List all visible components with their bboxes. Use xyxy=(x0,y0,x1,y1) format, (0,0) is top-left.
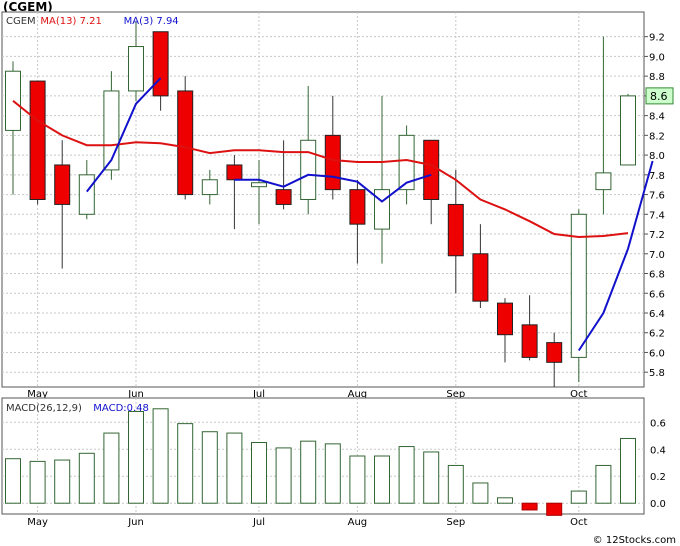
candle-body xyxy=(374,189,390,230)
macd-bar xyxy=(546,502,563,516)
macd-bar xyxy=(620,437,636,504)
macd-bar xyxy=(54,459,71,504)
candle-body xyxy=(521,324,538,358)
candle-body xyxy=(349,189,366,225)
price-y-tick-label: 7.4 xyxy=(649,210,665,221)
price-y-tick-label: 5.8 xyxy=(649,368,665,379)
macd-bar xyxy=(177,423,194,504)
last-price-label: 8.6 xyxy=(650,90,668,103)
price-legend-item: MA(3) 7.94 xyxy=(124,16,179,27)
macd-bar xyxy=(472,482,489,504)
chart-svg: 5.8 6.0 6.2 6.4 6.6 6.8 7.0 7.2 7.4 7.6 7.8 8.0 8.2 8… xyxy=(1,11,674,528)
price-y-tick-label: 8.2 xyxy=(649,131,665,142)
candle xyxy=(29,80,46,205)
macd-bar xyxy=(447,464,464,504)
macd-bar xyxy=(324,443,341,504)
macd-bar xyxy=(497,497,513,504)
price-plot-frame xyxy=(1,11,645,388)
candle-body xyxy=(226,164,243,181)
macd-x-tick-label: Oct xyxy=(570,517,587,528)
candle-body xyxy=(447,203,464,257)
macd-bar xyxy=(300,440,317,504)
macd-bar xyxy=(595,464,612,504)
candle-body xyxy=(324,134,341,191)
macd-bar xyxy=(103,432,120,504)
macd-y-tick-label: 0.2 xyxy=(650,472,666,483)
candle-body xyxy=(177,90,194,196)
candle-body xyxy=(595,172,612,191)
macd-bar xyxy=(349,455,366,504)
price-legend-item: CGEM xyxy=(6,16,36,27)
price-y-tick-label: 8.0 xyxy=(649,151,665,162)
macd-bar xyxy=(29,460,46,504)
candle-body xyxy=(251,182,267,188)
price-y-tick-label: 7.2 xyxy=(649,230,665,241)
price-y-tick-label: 6.4 xyxy=(649,309,665,320)
macd-x-tick-label: Aug xyxy=(348,517,368,528)
macd-x-tick-label: Jun xyxy=(127,517,144,528)
macd-plot-frame xyxy=(1,397,645,515)
macd-bar xyxy=(152,408,169,504)
macd-x-tick-label: May xyxy=(27,517,48,528)
price-legend-item: MA(13) 7.21 xyxy=(40,16,101,27)
macd-panel: 0.0 0.2 0.4 0.6 May Jun Jul Aug Sep Oct MACD(26,12… xyxy=(1,397,666,528)
price-y-tick-label: 8.4 xyxy=(649,112,665,123)
price-y-tick-label: 7.8 xyxy=(649,171,665,182)
candle-body xyxy=(620,95,636,166)
macd-bar xyxy=(423,451,440,504)
price-y-tick-label: 9.0 xyxy=(649,52,665,63)
macd-bar xyxy=(5,458,21,504)
candle xyxy=(620,93,636,166)
macd-bar xyxy=(521,502,538,511)
candle-body xyxy=(152,31,169,97)
macd-y-tick-label: 0.6 xyxy=(650,418,666,429)
candle-body xyxy=(29,80,46,200)
candle-body xyxy=(78,174,95,215)
price-y-tick-label: 7.0 xyxy=(649,250,665,261)
candle-body xyxy=(275,189,292,205)
candle-body xyxy=(497,302,513,336)
macd-bar xyxy=(398,446,415,504)
candle-body xyxy=(128,46,144,92)
candle-body xyxy=(201,179,218,196)
candle-body xyxy=(54,164,71,205)
macd-bar xyxy=(226,432,243,504)
macd-y-tick-label: 0.4 xyxy=(650,445,666,456)
chart-stage: (CGEM) 5.8 6.0 6.2 6.4 6.6 6.8 7.0 7.2 7.4 7.6 7.8… xyxy=(0,0,680,546)
candle-body xyxy=(472,253,489,302)
price-y-tick-label: 9.2 xyxy=(649,33,665,44)
macd-bar xyxy=(275,447,292,504)
macd-x-tick-label: Jul xyxy=(252,517,265,528)
candle-body xyxy=(300,139,317,200)
price-y-tick-label: 6.0 xyxy=(649,348,665,359)
candle xyxy=(177,76,194,200)
price-y-tick-label: 8.8 xyxy=(649,72,665,83)
macd-bar xyxy=(374,455,390,504)
macd-bar xyxy=(78,452,95,504)
macd-bar xyxy=(201,431,218,504)
macd-bar xyxy=(570,490,587,504)
price-y-tick-label: 7.6 xyxy=(649,191,665,202)
macd-bar xyxy=(128,410,144,504)
price-y-tick-label: 6.2 xyxy=(649,329,665,340)
credit-text: © 12Stocks.com xyxy=(592,535,676,546)
macd-legend-item: MACD:0.48 xyxy=(93,403,149,414)
candle-body xyxy=(423,139,440,200)
macd-x-tick-label: Sep xyxy=(446,517,465,528)
macd-legend-item: MACD(26,12,9) xyxy=(6,403,82,414)
price-y-tick-label: 6.8 xyxy=(649,270,665,281)
macd-bar xyxy=(251,442,267,504)
candle-body xyxy=(546,342,563,363)
macd-y-tick-label: 0.0 xyxy=(650,499,666,510)
price-y-tick-label: 6.6 xyxy=(649,289,665,300)
price-panel: 5.8 6.0 6.2 6.4 6.6 6.8 7.0 7.2 7.4 7.6 7.8 8.0 8.2 8… xyxy=(1,11,674,400)
candle xyxy=(570,209,587,383)
